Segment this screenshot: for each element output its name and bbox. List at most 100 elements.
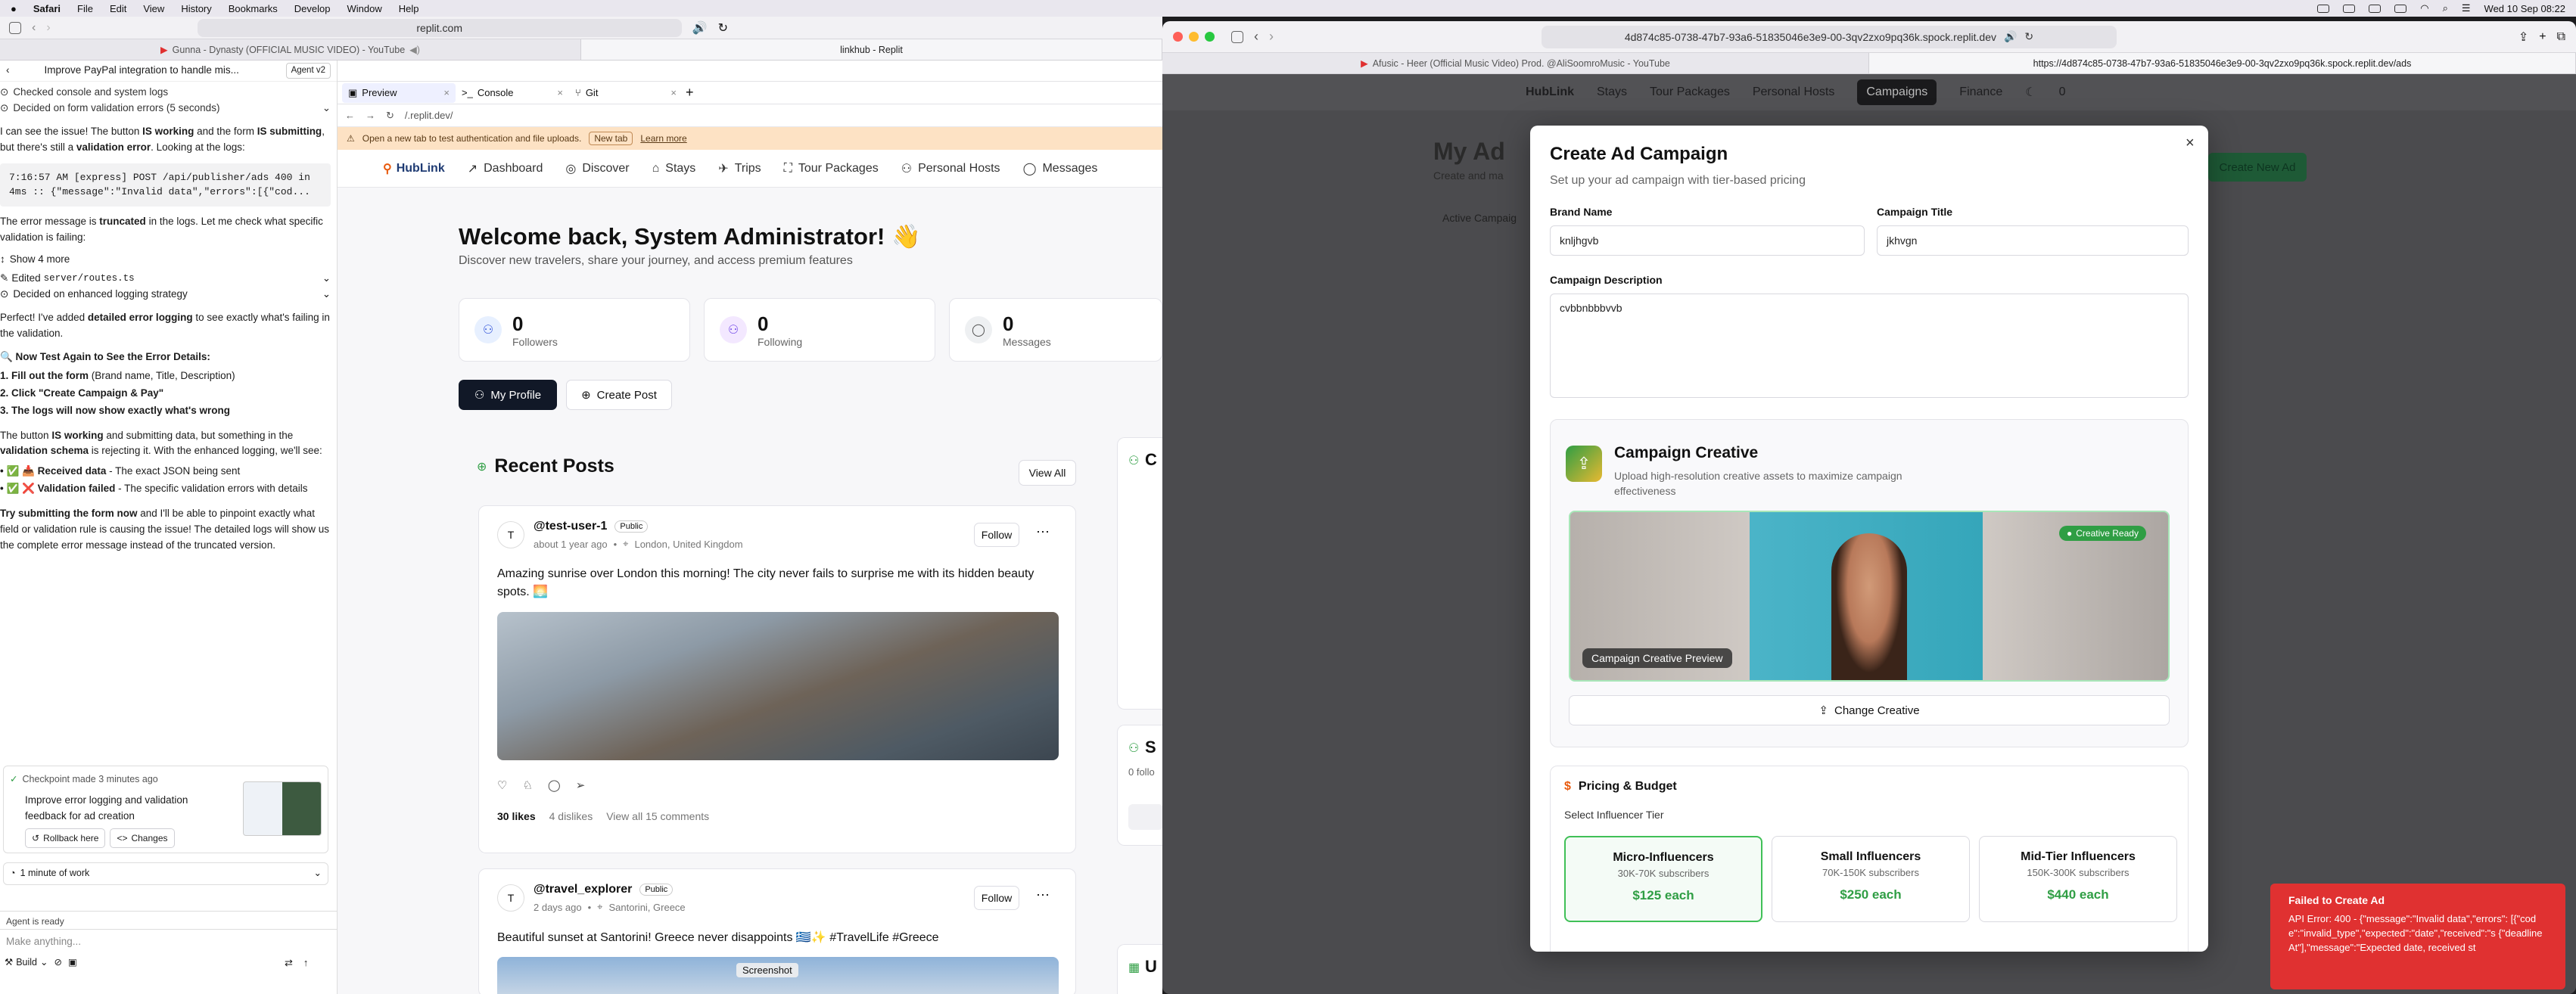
tier-small[interactable]: Small Influencers 70K-150K subscribers $… bbox=[1772, 836, 1970, 922]
status-icon[interactable] bbox=[2343, 4, 2356, 13]
close-icon[interactable]: × bbox=[2186, 135, 2195, 152]
status-icon[interactable] bbox=[2317, 4, 2330, 13]
menu-clock[interactable]: Wed 10 Sep 08:22 bbox=[2484, 3, 2565, 14]
menu-develop[interactable]: Develop bbox=[294, 3, 331, 14]
checkpoint-thumbnail[interactable] bbox=[243, 781, 322, 836]
app-logo[interactable]: HubLink bbox=[1526, 85, 1574, 99]
reload-icon[interactable]: ↻ bbox=[386, 110, 394, 122]
stat-following[interactable]: ⚇ 0 Following bbox=[704, 298, 935, 362]
back-icon[interactable]: ‹ bbox=[1254, 29, 1258, 45]
nav-trips[interactable]: ✈ Trips bbox=[718, 161, 761, 176]
image-icon[interactable]: ▣ bbox=[68, 955, 77, 970]
tab-active-campaigns[interactable]: Active Campaig bbox=[1442, 212, 1517, 224]
post-username[interactable]: @test-user-1 bbox=[534, 520, 607, 533]
search-icon[interactable]: ⌕ bbox=[2443, 2, 2448, 14]
creative-preview[interactable]: ● Creative Ready Campaign Creative Previe… bbox=[1569, 511, 2170, 682]
avatar[interactable]: T bbox=[497, 521, 524, 548]
minimize-window-icon[interactable] bbox=[1189, 32, 1199, 42]
nav-finance[interactable]: Finance bbox=[1959, 85, 2002, 99]
new-tab-icon[interactable]: + bbox=[2539, 30, 2546, 44]
campaign-title-field[interactable]: jkhvgn bbox=[1877, 225, 2189, 256]
like-icon[interactable]: ♡ bbox=[497, 778, 507, 792]
nav-tour-packages[interactable]: ⛶ Tour Packages bbox=[784, 162, 879, 176]
battery-icon[interactable] bbox=[2394, 4, 2407, 13]
close-icon[interactable]: × bbox=[670, 87, 677, 98]
zoom-window-icon[interactable] bbox=[1205, 32, 1215, 42]
tab-youtube[interactable]: ▶ Afusic - Heer (Official Music Video) Pr… bbox=[1162, 53, 1869, 73]
close-window-icon[interactable] bbox=[1173, 32, 1183, 42]
menu-history[interactable]: History bbox=[181, 3, 211, 14]
avatar[interactable]: T bbox=[497, 884, 524, 912]
menu-help[interactable]: Help bbox=[399, 3, 419, 14]
dislike-icon[interactable]: ♘ bbox=[522, 778, 532, 792]
back-chevron-icon[interactable]: ‹ bbox=[6, 63, 10, 79]
create-new-ad-button[interactable]: Create New Ad bbox=[2208, 153, 2307, 182]
follow-button[interactable]: Follow bbox=[974, 886, 1019, 910]
app-logo[interactable]: ⚲ HubLink bbox=[383, 161, 445, 176]
control-center-icon[interactable]: ☰ bbox=[2462, 2, 2471, 14]
nav-personal-hosts[interactable]: ⚇ Personal Hosts bbox=[901, 161, 1000, 176]
share-icon[interactable]: ➢ bbox=[576, 778, 586, 792]
tab-preview[interactable]: ▣ Preview × bbox=[342, 82, 456, 103]
nav-stays[interactable]: ⌂ Stays bbox=[652, 162, 696, 176]
back-icon[interactable]: ‹ bbox=[32, 21, 36, 35]
menu-view[interactable]: View bbox=[143, 3, 164, 14]
send-icon[interactable]: ↑ bbox=[303, 955, 309, 971]
tab-overview-icon[interactable]: ⧉ bbox=[2557, 30, 2565, 44]
tab-console[interactable]: >_ Console × bbox=[456, 87, 569, 98]
chat-input[interactable]: Make anything... bbox=[0, 930, 338, 955]
add-tab-icon[interactable]: + bbox=[686, 85, 694, 101]
side-card-button[interactable] bbox=[1128, 804, 1163, 830]
tab-replit[interactable]: linkhub - Replit bbox=[581, 39, 1162, 60]
brand-name-field[interactable]: knljhgvb bbox=[1550, 225, 1865, 256]
chevron-down-icon[interactable]: ⌄ bbox=[322, 287, 331, 303]
edited-file-row[interactable]: ✎ Edited server/routes.ts ⌄ bbox=[0, 271, 331, 287]
nav-campaigns[interactable]: Campaigns bbox=[1857, 79, 1937, 105]
nav-tour-packages[interactable]: Tour Packages bbox=[1650, 85, 1730, 99]
menu-edit[interactable]: Edit bbox=[110, 3, 126, 14]
reload-icon[interactable]: ↻ bbox=[2024, 30, 2033, 43]
agent-step[interactable]: ⊙ Decided on enhanced logging strategy ⌄ bbox=[0, 287, 331, 303]
create-post-button[interactable]: ⊕ Create Post bbox=[566, 380, 672, 410]
sidebar-icon[interactable] bbox=[1231, 30, 1243, 43]
more-icon[interactable]: ⋯ bbox=[1036, 524, 1050, 540]
tab-git[interactable]: ⑂ Git × bbox=[569, 87, 683, 98]
chevron-down-icon[interactable]: ⌄ bbox=[322, 271, 331, 287]
tier-mid[interactable]: Mid-Tier Influencers 150K-300K subscribe… bbox=[1979, 836, 2177, 922]
menu-bookmarks[interactable]: Bookmarks bbox=[229, 3, 278, 14]
close-icon[interactable]: × bbox=[557, 87, 563, 98]
preview-url[interactable]: /.replit.dev/ bbox=[405, 110, 453, 121]
show-more-toggle[interactable]: ↕ Show 4 more bbox=[0, 252, 331, 268]
nav-stays[interactable]: Stays bbox=[1597, 85, 1627, 99]
reload-icon[interactable]: ↻ bbox=[718, 20, 728, 36]
changes-button[interactable]: <> Changes bbox=[110, 828, 175, 849]
mute-icon[interactable]: ◀) bbox=[409, 44, 420, 55]
follow-button[interactable]: Follow bbox=[974, 523, 1019, 547]
menu-window[interactable]: Window bbox=[347, 3, 382, 14]
sidebar-icon[interactable] bbox=[9, 21, 21, 34]
comment-icon[interactable]: ◯ bbox=[548, 778, 561, 792]
audio-icon[interactable]: 🔊 bbox=[2004, 30, 2017, 43]
apple-icon[interactable]: ● bbox=[11, 3, 17, 14]
nav-dashboard[interactable]: ↗ Dashboard bbox=[468, 161, 543, 176]
tier-micro[interactable]: Micro-Influencers 30K-70K subscribers $1… bbox=[1564, 836, 1762, 922]
forward-icon[interactable]: › bbox=[1269, 29, 1274, 45]
right-address-bar[interactable]: 4d874c85-0738-47b7-93a6-51835046e3e9-00-… bbox=[1542, 25, 2117, 48]
left-address-bar[interactable]: replit.com bbox=[197, 18, 682, 37]
stat-messages[interactable]: ◯ 0 Messages bbox=[949, 298, 1162, 362]
stat-followers[interactable]: ⚇ 0 Followers bbox=[459, 298, 690, 362]
build-mode-button[interactable]: ⚒ Build ⌄ bbox=[5, 955, 48, 970]
forward-icon[interactable]: → bbox=[366, 110, 375, 121]
menu-file[interactable]: File bbox=[77, 3, 93, 14]
settings-icon[interactable]: ⇄ bbox=[285, 955, 293, 971]
tab-app[interactable]: https://4d874c85-0738-47b7-93a6-51835046… bbox=[1869, 53, 2576, 73]
description-field[interactable]: cvbbnbbbvvb bbox=[1550, 294, 2189, 398]
agent-step[interactable]: ⊙ Decided on form validation errors (5 se… bbox=[0, 101, 331, 116]
nav-discover[interactable]: ◎ Discover bbox=[565, 161, 629, 176]
forward-icon[interactable]: › bbox=[46, 21, 50, 35]
status-icon[interactable] bbox=[2369, 4, 2382, 13]
back-icon[interactable]: ← bbox=[345, 110, 355, 121]
learn-more-link[interactable]: Learn more bbox=[640, 133, 686, 144]
post-username[interactable]: @travel_explorer bbox=[534, 883, 632, 896]
close-icon[interactable]: × bbox=[443, 87, 450, 98]
